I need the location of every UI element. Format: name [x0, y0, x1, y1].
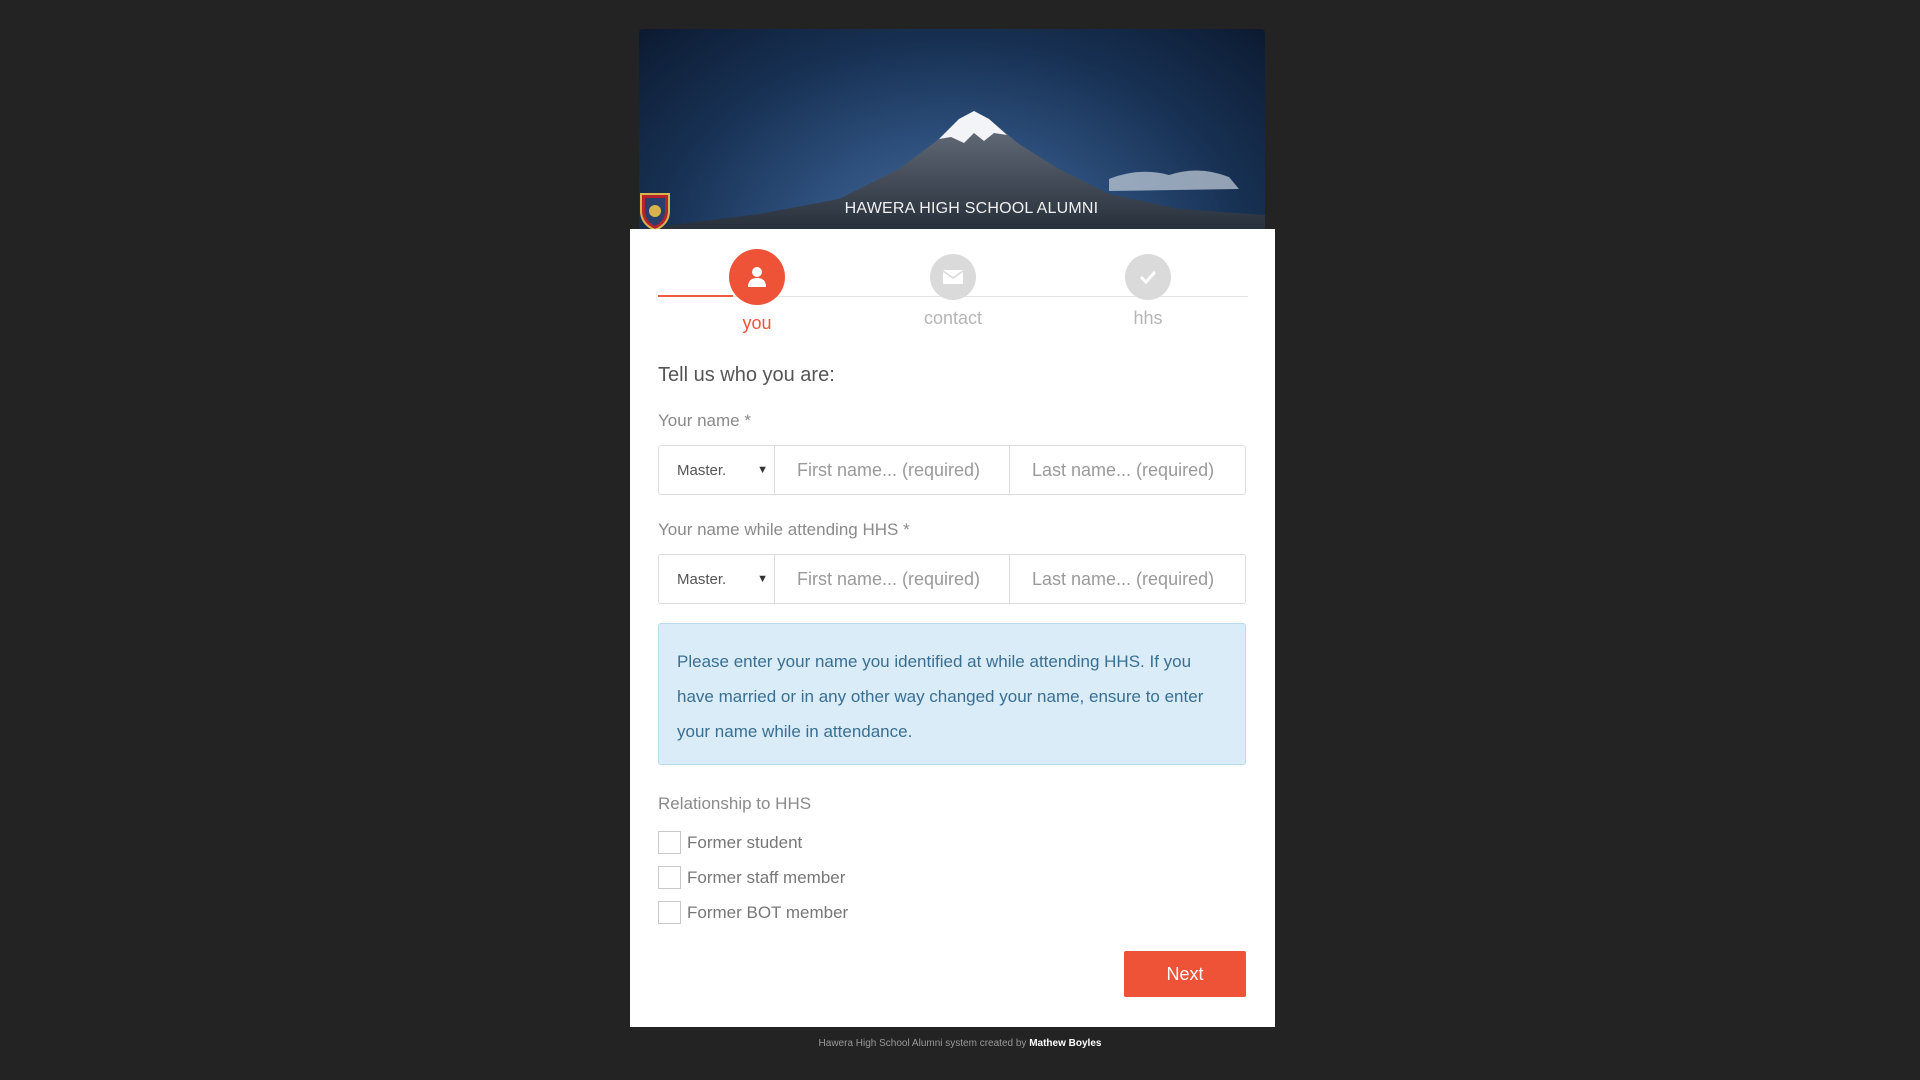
site-title-text: HAWERA HIGH SCHOOL ALUMNI [844, 200, 1099, 217]
caret-down-icon: ▼ [757, 573, 768, 585]
school-name-title-value: Master. [677, 570, 727, 588]
your-name-title-select[interactable]: Master. ▼ [659, 446, 775, 494]
step-contact-label: contact [923, 308, 983, 328]
your-first-name-input[interactable] [775, 446, 1010, 494]
progress-steps: you contact hhs [658, 249, 1248, 339]
former-bot-label: Former BOT member [687, 902, 849, 922]
former-bot-checkbox[interactable] [658, 901, 681, 924]
step-you-circle [729, 249, 785, 305]
your-name-row: Master. ▼ [658, 445, 1246, 495]
relationship-option-staff[interactable]: Former staff member [658, 866, 845, 889]
step-hhs-circle [1125, 254, 1171, 300]
relationship-label: Relationship to HHS [658, 794, 812, 813]
user-icon [748, 267, 766, 287]
school-first-name-input[interactable] [775, 555, 1010, 603]
school-crest-icon [640, 187, 838, 229]
former-staff-label: Former staff member [687, 867, 846, 887]
footer-text: Hawera High School Alumni system created… [818, 1038, 1027, 1049]
relationship-option-bot[interactable]: Former BOT member [658, 901, 848, 924]
your-name-label: Your name * [658, 411, 751, 430]
school-name-row: Master. ▼ [658, 554, 1246, 604]
check-icon [1139, 270, 1157, 284]
step-hhs-label: hhs [1133, 308, 1163, 328]
school-name-title-select[interactable]: Master. ▼ [659, 555, 775, 603]
former-student-label: Former student [687, 832, 803, 852]
your-name-title-value: Master. [677, 461, 727, 479]
former-student-checkbox[interactable] [658, 831, 681, 854]
step-you-label: you [742, 313, 772, 333]
signup-card: you contact hhs Tell us who you are: You… [630, 229, 1275, 1027]
caret-down-icon: ▼ [757, 464, 768, 476]
step-contact[interactable]: contact [898, 249, 1008, 329]
step-hhs[interactable]: hhs [1093, 249, 1203, 329]
form-heading: Tell us who you are: [658, 364, 835, 386]
envelope-icon [943, 270, 963, 284]
school-last-name-input[interactable] [1010, 555, 1245, 603]
step-you[interactable]: you [702, 249, 812, 334]
step-contact-circle [930, 254, 976, 300]
former-staff-checkbox[interactable] [658, 866, 681, 889]
header-banner: HAWERA HIGH SCHOOL ALUMNI [639, 29, 1265, 229]
next-button[interactable]: Next [1124, 951, 1246, 997]
site-title: HAWERA HIGH SCHOOL ALUMNI [639, 191, 1265, 229]
relationship-option-student[interactable]: Former student [658, 831, 802, 854]
footer: Hawera High School Alumni system created… [0, 1038, 1920, 1049]
school-name-label: Your name while attending HHS * [658, 520, 910, 539]
your-last-name-input[interactable] [1010, 446, 1245, 494]
info-alert: Please enter your name you identified at… [658, 623, 1246, 765]
footer-author-link[interactable]: Mathew Boyles [1029, 1038, 1101, 1049]
